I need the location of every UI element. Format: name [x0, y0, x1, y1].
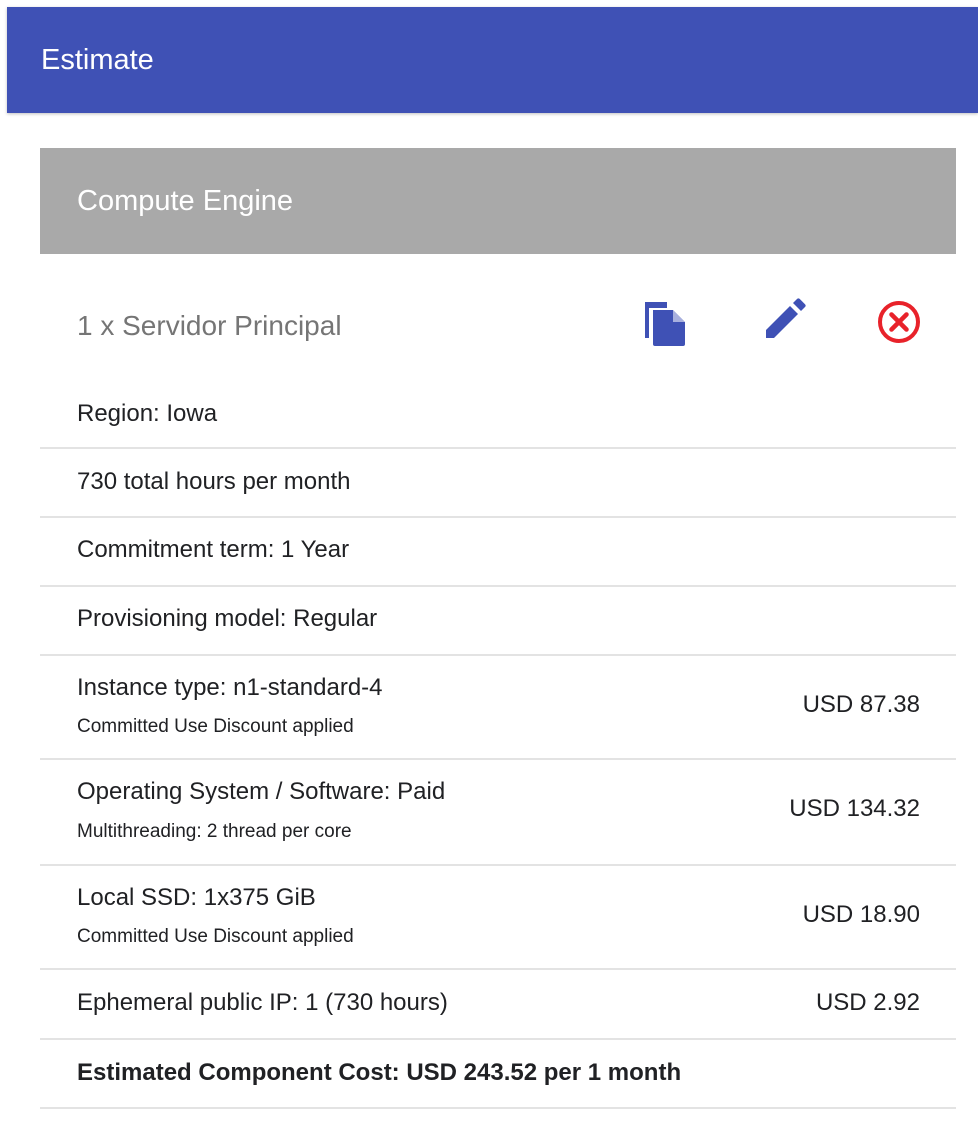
line-item-price: USD 2.92 [815, 989, 920, 1016]
line-item-note: Committed Use Discount applied [77, 926, 354, 947]
line-item-label: Provisioning model: Regular [77, 605, 378, 632]
line-item-note: Multithreading: 2 thread per core [77, 821, 352, 842]
line-item-label: Region: Iowa [77, 400, 218, 427]
line-item: 730 total hours per month [40, 449, 956, 518]
item-title: 1 x Servidor Principal [77, 310, 342, 341]
section-title: Compute Engine [77, 185, 294, 217]
line-item-note: Committed Use Discount applied [77, 716, 354, 737]
edit-button[interactable] [758, 294, 810, 346]
estimated-component-cost: Estimated Component Cost: USD 243.52 per… [77, 1059, 682, 1086]
line-item-label: Commitment term: 1 Year [77, 536, 350, 563]
line-item: Ephemeral public IP: 1 (730 hours) USD 2… [40, 970, 956, 1040]
line-item-price: USD 134.32 [789, 795, 920, 822]
estimate-header: Estimate [7, 7, 978, 113]
line-item: Operating System / Software: Paid Multit… [40, 760, 956, 866]
line-item: Provisioning model: Regular [40, 587, 956, 656]
line-item-price: USD 18.90 [802, 901, 920, 928]
line-item-label: Ephemeral public IP: 1 (730 hours) [77, 989, 448, 1016]
copy-button[interactable] [640, 296, 692, 348]
section-header: Compute Engine [40, 148, 956, 254]
line-item-price: USD 87.38 [802, 691, 920, 718]
line-item: Local SSD: 1x375 GiB Committed Use Disco… [40, 866, 956, 970]
close-circle-icon [878, 301, 920, 343]
estimate-title: Estimate [41, 44, 154, 76]
total-row: Estimated Component Cost: USD 243.52 per… [40, 1040, 956, 1109]
remove-button[interactable] [873, 296, 925, 348]
line-items: Region: Iowa 730 total hours per month C… [40, 393, 956, 1109]
line-item: Instance type: n1-standard-4 Committed U… [40, 656, 956, 760]
line-item: Commitment term: 1 Year [40, 518, 956, 587]
line-item-label: Local SSD: 1x375 GiB [77, 884, 316, 911]
line-item-label: Instance type: n1-standard-4 [77, 674, 383, 701]
pencil-icon [766, 298, 806, 338]
line-item-label: Operating System / Software: Paid [77, 778, 446, 805]
line-item: Region: Iowa [40, 393, 956, 449]
line-item-label: 730 total hours per month [77, 468, 351, 495]
compute-engine-section: Compute Engine 1 x Servidor Principal Re… [40, 148, 956, 1109]
copy-icon [645, 302, 685, 346]
